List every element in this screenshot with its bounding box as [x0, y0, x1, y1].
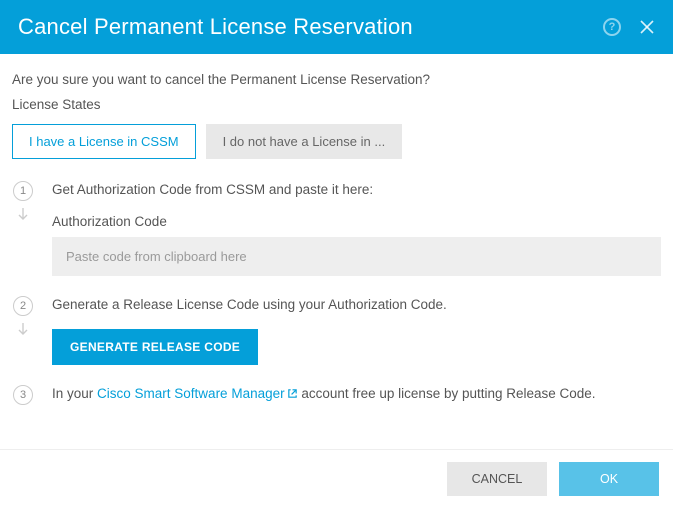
- step-2: 2 Generate a Release License Code using …: [12, 296, 661, 365]
- auth-code-label: Authorization Code: [52, 214, 661, 229]
- tab-no-license[interactable]: I do not have a License in ...: [206, 124, 403, 159]
- step-3-number: 3: [13, 385, 33, 405]
- confirm-text: Are you sure you want to cancel the Perm…: [12, 72, 661, 87]
- help-icon[interactable]: ?: [603, 18, 621, 36]
- arrow-down-icon: [17, 322, 29, 341]
- step-3-text: In your Cisco Smart Software Manager acc…: [52, 385, 661, 404]
- auth-code-input[interactable]: [52, 237, 661, 276]
- step-2-number: 2: [13, 296, 33, 316]
- step-1-body: Get Authorization Code from CSSM and pas…: [52, 181, 661, 276]
- close-icon[interactable]: [639, 19, 655, 35]
- step-3-prefix: In your: [52, 386, 97, 401]
- step-1: 1 Get Authorization Code from CSSM and p…: [12, 181, 661, 276]
- step-3: 3 In your Cisco Smart Software Manager a…: [12, 385, 661, 405]
- arrow-down-icon: [17, 207, 29, 226]
- step-1-text: Get Authorization Code from CSSM and pas…: [52, 181, 661, 200]
- dialog-title: Cancel Permanent License Reservation: [18, 14, 413, 40]
- step-2-indicator: 2: [12, 296, 34, 341]
- license-states-label: License States: [12, 97, 661, 112]
- cancel-button[interactable]: CANCEL: [447, 462, 547, 496]
- cssm-link[interactable]: Cisco Smart Software Manager: [97, 386, 298, 401]
- step-3-body: In your Cisco Smart Software Manager acc…: [52, 385, 661, 404]
- ok-button[interactable]: OK: [559, 462, 659, 496]
- step-2-body: Generate a Release License Code using yo…: [52, 296, 661, 365]
- step-1-number: 1: [13, 181, 33, 201]
- step-1-indicator: 1: [12, 181, 34, 226]
- dialog-content: Are you sure you want to cancel the Perm…: [0, 54, 673, 405]
- generate-release-code-button[interactable]: GENERATE RELEASE CODE: [52, 329, 258, 365]
- step-3-suffix: account free up license by putting Relea…: [298, 386, 596, 401]
- step-2-text: Generate a Release License Code using yo…: [52, 296, 661, 315]
- dialog-header: Cancel Permanent License Reservation ?: [0, 0, 673, 54]
- dialog-footer: CANCEL OK: [0, 449, 673, 508]
- step-3-indicator: 3: [12, 385, 34, 405]
- cssm-link-text: Cisco Smart Software Manager: [97, 386, 285, 401]
- external-link-icon: [287, 388, 298, 399]
- license-state-tabs: I have a License in CSSM I do not have a…: [12, 124, 661, 159]
- tab-have-license[interactable]: I have a License in CSSM: [12, 124, 196, 159]
- header-actions: ?: [603, 18, 655, 36]
